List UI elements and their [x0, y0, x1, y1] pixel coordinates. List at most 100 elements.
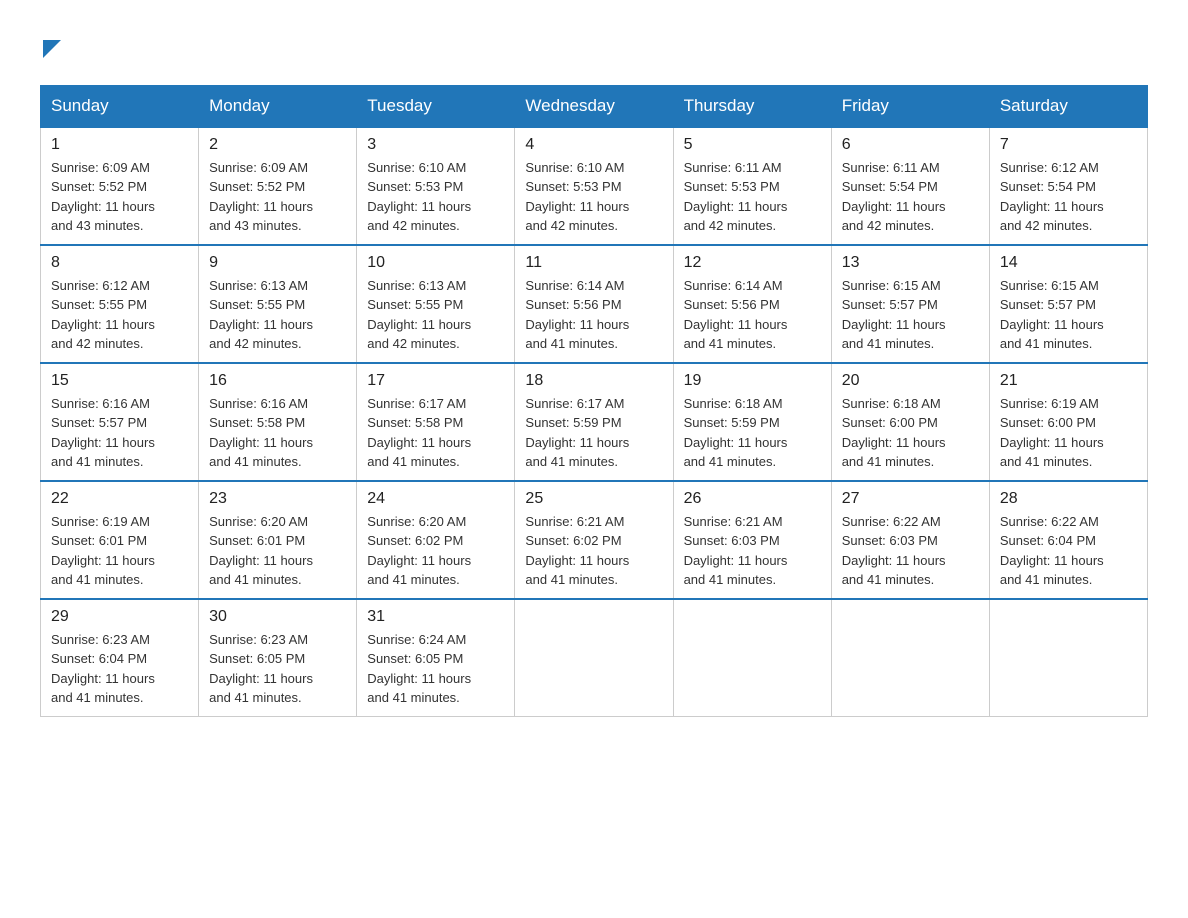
weekday-header-sunday: Sunday	[41, 85, 199, 127]
day-number: 10	[367, 254, 504, 272]
day-info: Sunrise: 6:13 AM Sunset: 5:55 PM Dayligh…	[209, 276, 346, 354]
calendar-table: SundayMondayTuesdayWednesdayThursdayFrid…	[40, 85, 1148, 717]
day-info: Sunrise: 6:13 AM Sunset: 5:55 PM Dayligh…	[367, 276, 504, 354]
calendar-day-cell: 29 Sunrise: 6:23 AM Sunset: 6:04 PM Dayl…	[41, 599, 199, 717]
day-number: 4	[525, 136, 662, 154]
weekday-header-monday: Monday	[199, 85, 357, 127]
calendar-day-cell: 26 Sunrise: 6:21 AM Sunset: 6:03 PM Dayl…	[673, 481, 831, 599]
day-number: 21	[1000, 372, 1137, 390]
day-number: 2	[209, 136, 346, 154]
calendar-day-cell: 5 Sunrise: 6:11 AM Sunset: 5:53 PM Dayli…	[673, 127, 831, 245]
calendar-day-cell: 8 Sunrise: 6:12 AM Sunset: 5:55 PM Dayli…	[41, 245, 199, 363]
calendar-week-row: 15 Sunrise: 6:16 AM Sunset: 5:57 PM Dayl…	[41, 363, 1148, 481]
calendar-day-cell: 1 Sunrise: 6:09 AM Sunset: 5:52 PM Dayli…	[41, 127, 199, 245]
day-number: 29	[51, 608, 188, 626]
calendar-day-cell: 12 Sunrise: 6:14 AM Sunset: 5:56 PM Dayl…	[673, 245, 831, 363]
weekday-header-wednesday: Wednesday	[515, 85, 673, 127]
calendar-empty-cell	[673, 599, 831, 717]
calendar-day-cell: 19 Sunrise: 6:18 AM Sunset: 5:59 PM Dayl…	[673, 363, 831, 481]
day-info: Sunrise: 6:11 AM Sunset: 5:54 PM Dayligh…	[842, 158, 979, 236]
calendar-header-row: SundayMondayTuesdayWednesdayThursdayFrid…	[41, 85, 1148, 127]
calendar-day-cell: 25 Sunrise: 6:21 AM Sunset: 6:02 PM Dayl…	[515, 481, 673, 599]
weekday-header-friday: Friday	[831, 85, 989, 127]
day-number: 12	[684, 254, 821, 272]
calendar-empty-cell	[989, 599, 1147, 717]
day-number: 9	[209, 254, 346, 272]
calendar-day-cell: 18 Sunrise: 6:17 AM Sunset: 5:59 PM Dayl…	[515, 363, 673, 481]
day-number: 11	[525, 254, 662, 272]
day-info: Sunrise: 6:12 AM Sunset: 5:55 PM Dayligh…	[51, 276, 188, 354]
day-info: Sunrise: 6:15 AM Sunset: 5:57 PM Dayligh…	[1000, 276, 1137, 354]
calendar-day-cell: 17 Sunrise: 6:17 AM Sunset: 5:58 PM Dayl…	[357, 363, 515, 481]
day-info: Sunrise: 6:09 AM Sunset: 5:52 PM Dayligh…	[209, 158, 346, 236]
day-number: 25	[525, 490, 662, 508]
day-number: 26	[684, 490, 821, 508]
calendar-day-cell: 23 Sunrise: 6:20 AM Sunset: 6:01 PM Dayl…	[199, 481, 357, 599]
day-number: 24	[367, 490, 504, 508]
calendar-day-cell: 11 Sunrise: 6:14 AM Sunset: 5:56 PM Dayl…	[515, 245, 673, 363]
day-info: Sunrise: 6:19 AM Sunset: 6:01 PM Dayligh…	[51, 512, 188, 590]
day-info: Sunrise: 6:15 AM Sunset: 5:57 PM Dayligh…	[842, 276, 979, 354]
day-number: 15	[51, 372, 188, 390]
calendar-day-cell: 31 Sunrise: 6:24 AM Sunset: 6:05 PM Dayl…	[357, 599, 515, 717]
day-info: Sunrise: 6:18 AM Sunset: 6:00 PM Dayligh…	[842, 394, 979, 472]
day-info: Sunrise: 6:21 AM Sunset: 6:03 PM Dayligh…	[684, 512, 821, 590]
day-info: Sunrise: 6:11 AM Sunset: 5:53 PM Dayligh…	[684, 158, 821, 236]
calendar-day-cell: 9 Sunrise: 6:13 AM Sunset: 5:55 PM Dayli…	[199, 245, 357, 363]
day-number: 16	[209, 372, 346, 390]
calendar-day-cell: 14 Sunrise: 6:15 AM Sunset: 5:57 PM Dayl…	[989, 245, 1147, 363]
calendar-day-cell: 13 Sunrise: 6:15 AM Sunset: 5:57 PM Dayl…	[831, 245, 989, 363]
calendar-day-cell: 16 Sunrise: 6:16 AM Sunset: 5:58 PM Dayl…	[199, 363, 357, 481]
day-number: 1	[51, 136, 188, 154]
day-number: 30	[209, 608, 346, 626]
day-info: Sunrise: 6:20 AM Sunset: 6:01 PM Dayligh…	[209, 512, 346, 590]
calendar-day-cell: 27 Sunrise: 6:22 AM Sunset: 6:03 PM Dayl…	[831, 481, 989, 599]
calendar-week-row: 29 Sunrise: 6:23 AM Sunset: 6:04 PM Dayl…	[41, 599, 1148, 717]
calendar-week-row: 22 Sunrise: 6:19 AM Sunset: 6:01 PM Dayl…	[41, 481, 1148, 599]
day-info: Sunrise: 6:23 AM Sunset: 6:04 PM Dayligh…	[51, 630, 188, 708]
day-info: Sunrise: 6:16 AM Sunset: 5:58 PM Dayligh…	[209, 394, 346, 472]
calendar-day-cell: 6 Sunrise: 6:11 AM Sunset: 5:54 PM Dayli…	[831, 127, 989, 245]
day-number: 23	[209, 490, 346, 508]
day-number: 31	[367, 608, 504, 626]
day-info: Sunrise: 6:10 AM Sunset: 5:53 PM Dayligh…	[367, 158, 504, 236]
day-number: 18	[525, 372, 662, 390]
day-number: 17	[367, 372, 504, 390]
calendar-day-cell: 2 Sunrise: 6:09 AM Sunset: 5:52 PM Dayli…	[199, 127, 357, 245]
day-info: Sunrise: 6:24 AM Sunset: 6:05 PM Dayligh…	[367, 630, 504, 708]
calendar-day-cell: 20 Sunrise: 6:18 AM Sunset: 6:00 PM Dayl…	[831, 363, 989, 481]
calendar-empty-cell	[515, 599, 673, 717]
day-number: 27	[842, 490, 979, 508]
day-info: Sunrise: 6:17 AM Sunset: 5:59 PM Dayligh…	[525, 394, 662, 472]
calendar-day-cell: 7 Sunrise: 6:12 AM Sunset: 5:54 PM Dayli…	[989, 127, 1147, 245]
calendar-day-cell: 15 Sunrise: 6:16 AM Sunset: 5:57 PM Dayl…	[41, 363, 199, 481]
calendar-day-cell: 24 Sunrise: 6:20 AM Sunset: 6:02 PM Dayl…	[357, 481, 515, 599]
day-number: 22	[51, 490, 188, 508]
weekday-header-saturday: Saturday	[989, 85, 1147, 127]
weekday-header-tuesday: Tuesday	[357, 85, 515, 127]
logo-arrow-icon	[43, 40, 61, 63]
day-number: 8	[51, 254, 188, 272]
day-info: Sunrise: 6:14 AM Sunset: 5:56 PM Dayligh…	[684, 276, 821, 354]
day-number: 19	[684, 372, 821, 390]
day-info: Sunrise: 6:16 AM Sunset: 5:57 PM Dayligh…	[51, 394, 188, 472]
calendar-day-cell: 21 Sunrise: 6:19 AM Sunset: 6:00 PM Dayl…	[989, 363, 1147, 481]
day-info: Sunrise: 6:19 AM Sunset: 6:00 PM Dayligh…	[1000, 394, 1137, 472]
day-info: Sunrise: 6:22 AM Sunset: 6:03 PM Dayligh…	[842, 512, 979, 590]
day-info: Sunrise: 6:18 AM Sunset: 5:59 PM Dayligh…	[684, 394, 821, 472]
day-info: Sunrise: 6:20 AM Sunset: 6:02 PM Dayligh…	[367, 512, 504, 590]
calendar-day-cell: 30 Sunrise: 6:23 AM Sunset: 6:05 PM Dayl…	[199, 599, 357, 717]
day-number: 5	[684, 136, 821, 154]
day-info: Sunrise: 6:17 AM Sunset: 5:58 PM Dayligh…	[367, 394, 504, 472]
logo-general-line	[40, 30, 61, 65]
weekday-header-thursday: Thursday	[673, 85, 831, 127]
page-header	[40, 30, 1148, 65]
day-number: 6	[842, 136, 979, 154]
calendar-week-row: 8 Sunrise: 6:12 AM Sunset: 5:55 PM Dayli…	[41, 245, 1148, 363]
day-info: Sunrise: 6:14 AM Sunset: 5:56 PM Dayligh…	[525, 276, 662, 354]
day-info: Sunrise: 6:23 AM Sunset: 6:05 PM Dayligh…	[209, 630, 346, 708]
day-number: 13	[842, 254, 979, 272]
calendar-day-cell: 10 Sunrise: 6:13 AM Sunset: 5:55 PM Dayl…	[357, 245, 515, 363]
day-number: 14	[1000, 254, 1137, 272]
calendar-day-cell: 3 Sunrise: 6:10 AM Sunset: 5:53 PM Dayli…	[357, 127, 515, 245]
